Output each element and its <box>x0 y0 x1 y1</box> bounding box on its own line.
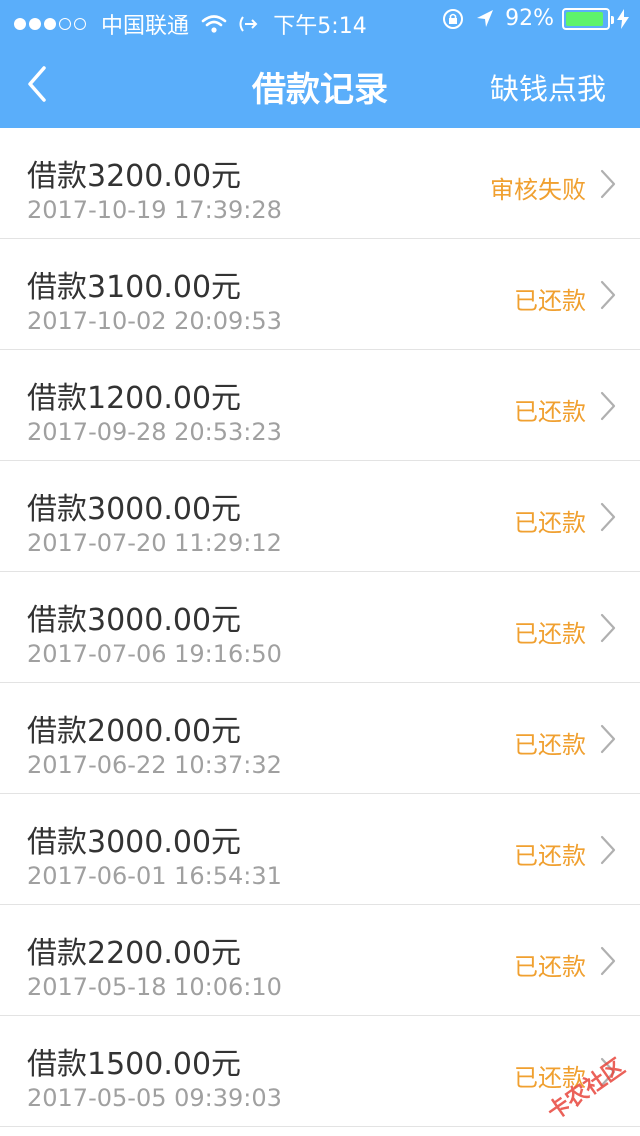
status-bar: 中国联通 下午5:14 92% <box>0 0 640 40</box>
loan-timestamp: 2017-07-20 11:29:12 <box>27 529 282 557</box>
loan-status: 已还款 <box>514 953 586 981</box>
loan-amount: 借款2000.00元 <box>27 714 242 749</box>
status-right: 92% <box>441 6 630 31</box>
chevron-right-icon <box>600 391 616 421</box>
loan-status: 已还款 <box>514 398 586 426</box>
loan-record-row[interactable]: 借款1200.00元 2017-09-28 20:53:23 已还款 <box>0 350 640 461</box>
header-bar: 中国联通 下午5:14 92% 借款记录 缺钱点我 <box>0 0 640 128</box>
loan-amount: 借款1200.00元 <box>27 381 242 416</box>
loan-amount: 借款2200.00元 <box>27 936 242 971</box>
loan-timestamp: 2017-10-19 17:39:28 <box>27 196 282 224</box>
chevron-right-icon <box>600 835 616 865</box>
loan-timestamp: 2017-06-22 10:37:32 <box>27 751 282 779</box>
chevron-right-icon <box>600 280 616 310</box>
navigation-bar: 借款记录 缺钱点我 <box>0 40 640 128</box>
loan-record-list: 借款3200.00元 2017-10-19 17:39:28 审核失败借款3100.… <box>0 128 640 1127</box>
loan-amount: 借款1500.00元 <box>27 1047 242 1082</box>
loan-status: 已还款 <box>514 620 586 648</box>
loan-status: 已还款 <box>514 287 586 315</box>
loan-timestamp: 2017-05-18 10:06:10 <box>27 973 282 1001</box>
loan-amount: 借款3000.00元 <box>27 825 242 860</box>
loan-timestamp: 2017-05-05 09:39:03 <box>27 1084 282 1112</box>
loan-record-row[interactable]: 借款3000.00元 2017-07-20 11:29:12 已还款 <box>0 461 640 572</box>
loan-amount: 借款3000.00元 <box>27 492 242 527</box>
battery-percent: 92% <box>505 6 554 31</box>
loan-status: 已还款 <box>514 731 586 759</box>
charging-icon <box>617 8 629 29</box>
loan-status: 已还款 <box>514 842 586 870</box>
chevron-right-icon <box>600 502 616 532</box>
loan-amount: 借款3000.00元 <box>27 603 242 638</box>
loan-timestamp: 2017-07-06 19:16:50 <box>27 640 282 668</box>
loan-timestamp: 2017-06-01 16:54:31 <box>27 862 282 890</box>
chevron-right-icon <box>600 613 616 643</box>
location-icon <box>477 9 494 27</box>
loan-status: 已还款 <box>514 509 586 537</box>
loan-status: 审核失败 <box>490 176 586 204</box>
loan-amount: 借款3200.00元 <box>27 159 242 194</box>
chevron-right-icon <box>600 946 616 976</box>
loan-record-row[interactable]: 借款3000.00元 2017-06-01 16:54:31 已还款 <box>0 794 640 905</box>
orientation-lock-icon <box>443 8 464 29</box>
borrow-money-button[interactable]: 缺钱点我 <box>490 66 606 108</box>
battery-level <box>566 11 603 26</box>
loan-record-row[interactable]: 借款3000.00元 2017-07-06 19:16:50 已还款 <box>0 572 640 683</box>
watermark-logo: 卡农社区 <box>543 1054 630 1126</box>
chevron-right-icon <box>600 169 616 199</box>
loan-record-row[interactable]: 借款3200.00元 2017-10-19 17:39:28 审核失败 <box>0 128 640 239</box>
loan-timestamp: 2017-10-02 20:09:53 <box>27 307 282 335</box>
loan-record-row[interactable]: 借款2200.00元 2017-05-18 10:06:10 已还款 <box>0 905 640 1016</box>
loan-record-row[interactable]: 借款2000.00元 2017-06-22 10:37:32 已还款 <box>0 683 640 794</box>
loan-amount: 借款3100.00元 <box>27 270 242 305</box>
loan-record-row[interactable]: 借款3100.00元 2017-10-02 20:09:53 已还款 <box>0 239 640 350</box>
battery-icon <box>562 7 614 30</box>
chevron-right-icon <box>600 724 616 754</box>
loan-timestamp: 2017-09-28 20:53:23 <box>27 418 282 446</box>
svg-text:卡农社区: 卡农社区 <box>543 1054 630 1126</box>
